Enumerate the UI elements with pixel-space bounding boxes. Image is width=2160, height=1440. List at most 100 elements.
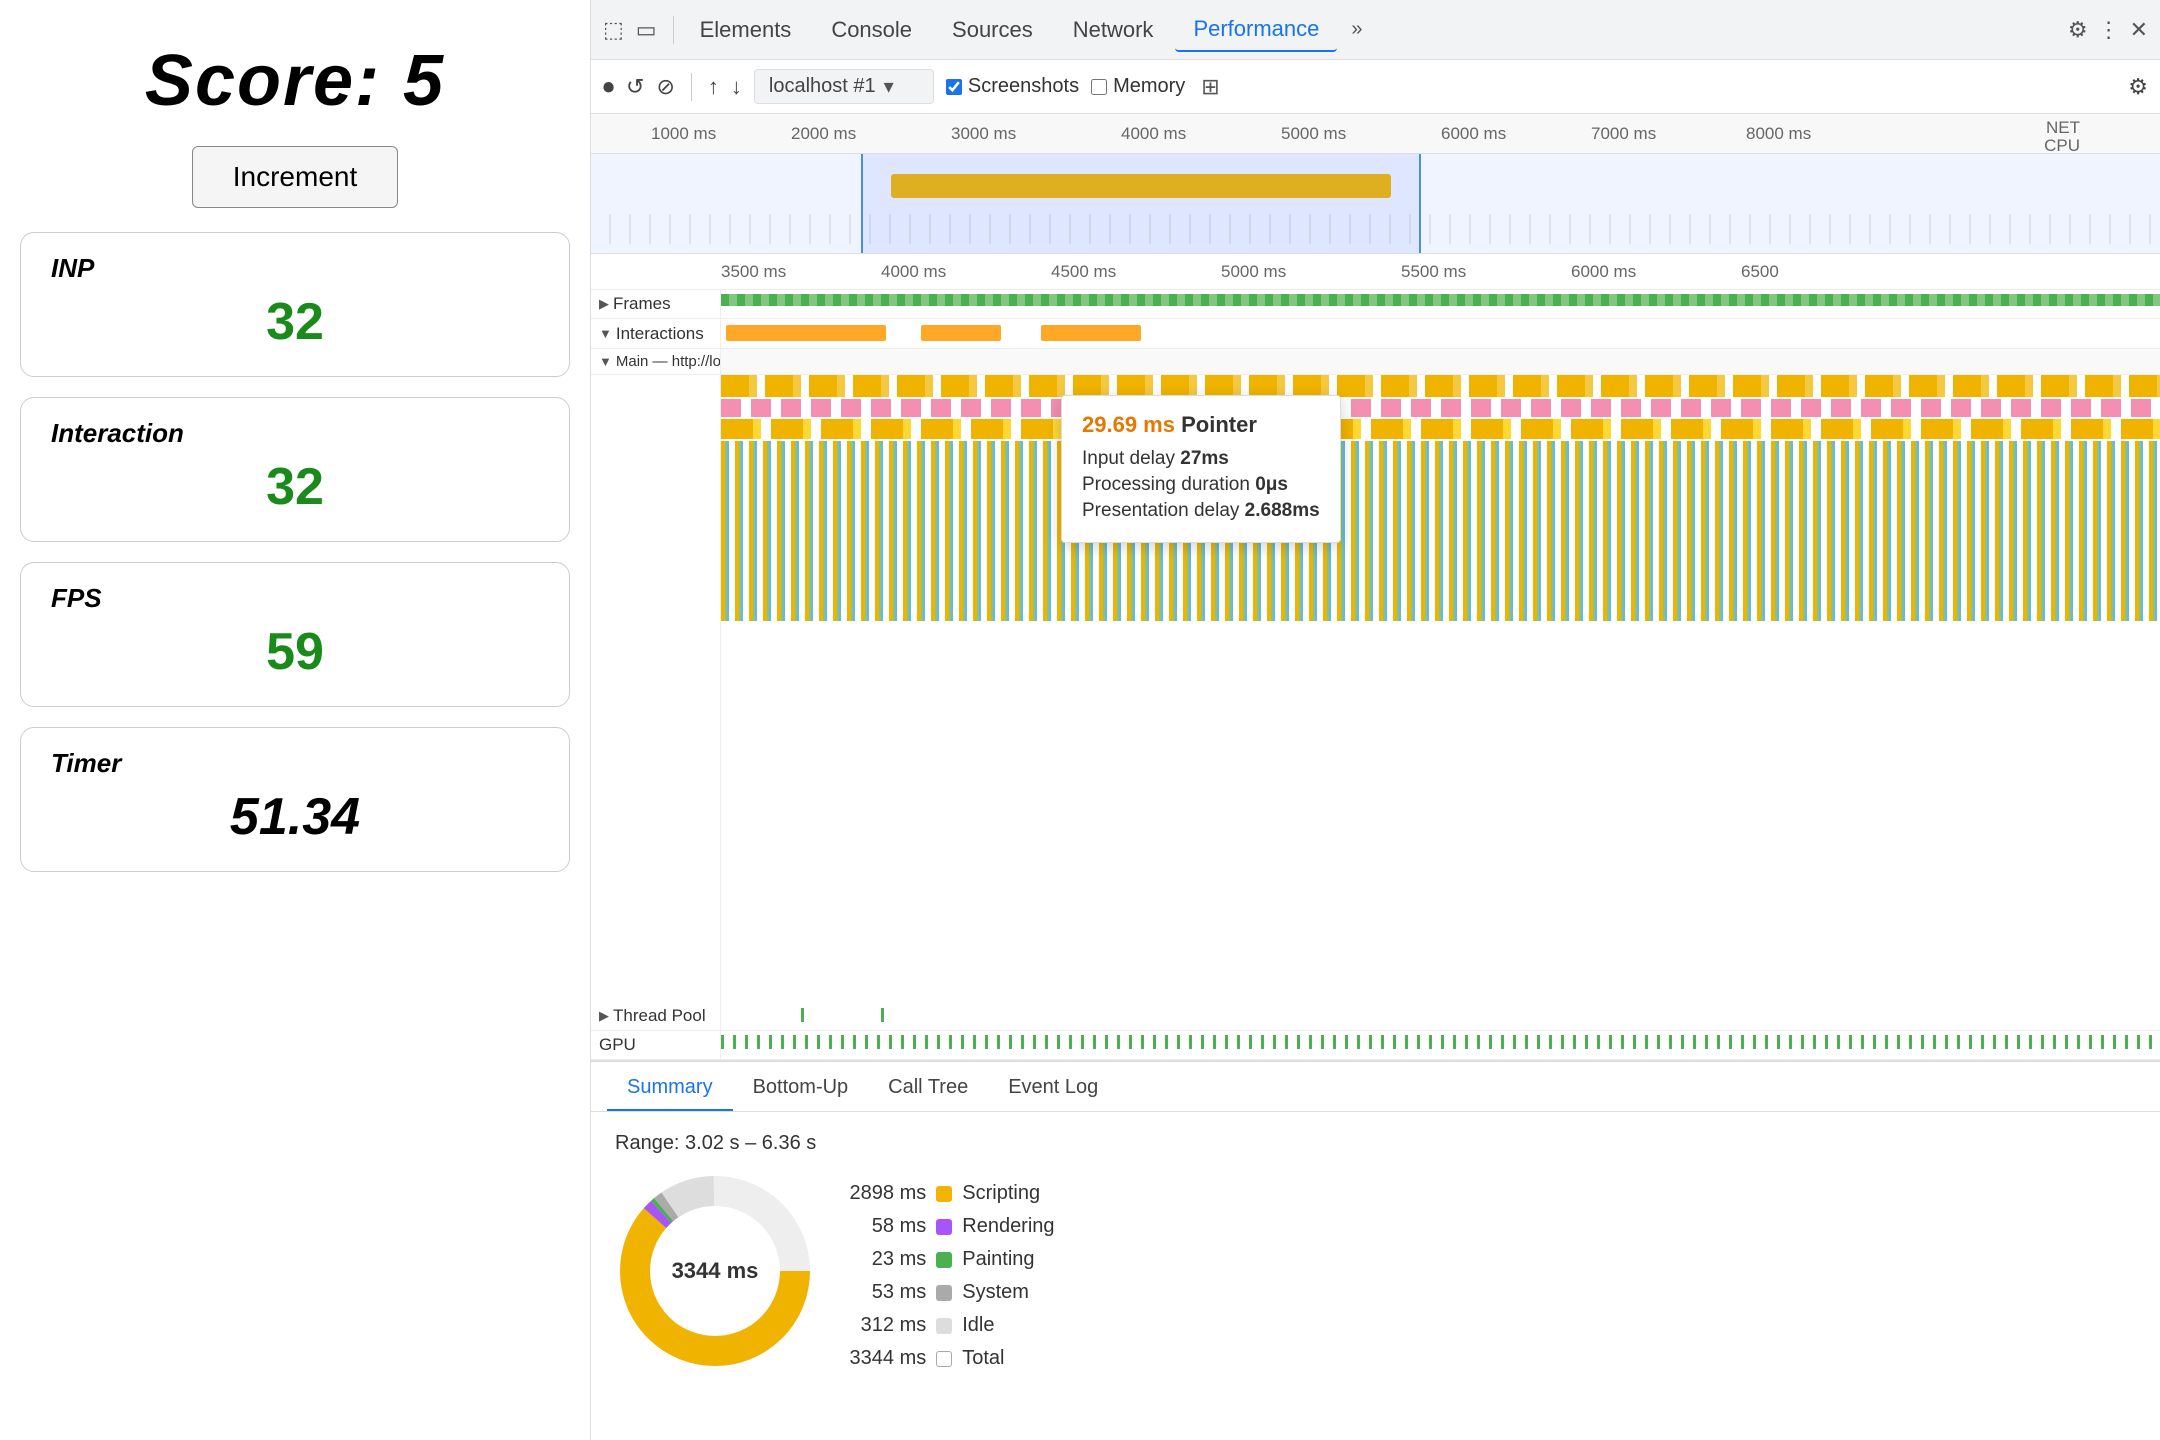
interaction-bar-3[interactable] [1041,325,1141,341]
clear-icon[interactable]: ⊘ [656,74,674,100]
settings-toolbar-icon[interactable]: ⚙ [2128,74,2148,100]
legend-ms-rendering: 58 ms [846,1215,926,1238]
metric-label-fps: FPS [51,583,539,614]
legend-label-idle: Idle [962,1314,994,1337]
legend-row-system: 53 ms System [846,1281,1054,1304]
thread-pool-track: ▶ Thread Pool [591,1002,2160,1031]
tooltip-title: 29.69 ms Pointer [1082,412,1320,438]
record-icon[interactable]: ⏺ [603,74,614,100]
more-options-icon[interactable]: ⋮ [2098,17,2120,43]
download-icon[interactable]: ↓ [731,74,742,100]
legend-dot-painting [936,1252,952,1268]
tab-bottom-up[interactable]: Bottom-Up [733,1066,869,1111]
threadpool-bar-2 [881,1008,884,1022]
ruler-4000: 4000 ms [1121,124,1186,144]
close-icon[interactable]: ✕ [2130,17,2148,43]
main-track-label: ▼ Main — http://localhost:5173/under... [591,349,721,374]
gpu-content [721,1031,2160,1059]
settings-icon[interactable]: ⚙ [2068,17,2088,43]
metric-card-timer: Timer 51.34 [20,727,570,872]
ruler-7000: 7000 ms [1591,124,1656,144]
reload-icon[interactable]: ↺ [626,74,644,100]
tooltip-presentation: Presentation delay 2.688ms [1082,500,1320,522]
interaction-bar-1[interactable] [726,325,886,341]
legend-label-painting: Painting [962,1248,1034,1271]
legend-row-total: 3344 ms Total [846,1347,1054,1370]
legend-dot-total [936,1351,952,1367]
ruler-8000: 8000 ms [1746,124,1811,144]
metric-value-fps: 59 [51,622,539,682]
frames-track: ▶ Frames [591,290,2160,319]
tab-event-log[interactable]: Event Log [988,1066,1118,1111]
interactions-content [721,319,2160,348]
legend-row-painting: 23 ms Painting [846,1248,1054,1271]
gpu-label: GPU [591,1031,721,1059]
tab-performance[interactable]: Performance [1175,8,1337,52]
url-selector[interactable]: localhost #1 ▾ [754,69,934,104]
legend-ms-painting: 23 ms [846,1248,926,1271]
frames-label: ▶ Frames [591,290,721,318]
tab-summary[interactable]: Summary [607,1066,733,1111]
main-flame-content[interactable]: 29.69 ms Pointer Input delay 27ms Proces… [721,375,2160,1002]
memory-label: Memory [1113,75,1185,98]
tab-call-tree[interactable]: Call Tree [868,1066,988,1111]
more-tabs-icon[interactable]: » [1341,18,1372,41]
tab-sources[interactable]: Sources [934,9,1051,51]
tooltip-processing-val: 0μs [1255,474,1288,495]
metric-label-interaction: Interaction [51,418,539,449]
threadpool-arrow[interactable]: ▶ [599,1008,609,1024]
ruler2-6000: 6000 ms [1571,262,1636,282]
devtools-toolbar: ⏺ ↺ ⊘ ↑ ↓ localhost #1 ▾ Screenshots Mem… [591,60,2160,114]
interaction-bar-2[interactable] [921,325,1001,341]
legend-dot-rendering [936,1219,952,1235]
main-arrow[interactable]: ▼ [599,354,612,369]
donut-chart: 3344 ms [615,1171,815,1371]
screenshots-label: Screenshots [968,75,1079,98]
legend-label-rendering: Rendering [962,1215,1054,1238]
ruler-1000: 1000 ms [651,124,716,144]
summary-left: Range: 3.02 s – 6.36 s [615,1132,816,1420]
range-text: Range: 3.02 s – 6.36 s [615,1132,816,1155]
metric-label-timer: Timer [51,748,539,779]
separator [673,16,674,44]
inspect-icon[interactable]: ⬚ [603,17,624,43]
increment-button[interactable]: Increment [192,146,399,208]
ruler-2000: 2000 ms [791,124,856,144]
legend-ms-scripting: 2898 ms [846,1182,926,1205]
tab-console[interactable]: Console [813,9,930,51]
memory-checkbox-label[interactable]: Memory [1091,75,1185,98]
tooltip-ms: 29.69 ms [1082,412,1175,437]
ruler2-6500: 6500 [1741,262,1779,282]
legend-label-total: Total [962,1347,1004,1370]
donut-center-label: 3344 ms [672,1258,759,1284]
summary-legend: 2898 ms Scripting 58 ms Rendering 23 ms … [846,1132,1054,1420]
timeline-overview[interactable] [591,154,2160,254]
legend-dot-idle [936,1318,952,1334]
interactions-arrow[interactable]: ▼ [599,326,612,341]
screenshot-strip [591,214,2160,244]
upload-icon[interactable]: ↑ [708,74,719,100]
bottom-content: Range: 3.02 s – 6.36 s [591,1112,2160,1440]
flame-icon[interactable]: ⊞ [1201,74,1219,100]
memory-checkbox[interactable] [1091,79,1107,95]
metric-label-inp: INP [51,253,539,284]
legend-ms-total: 3344 ms [846,1347,926,1370]
net-label: NET [2046,118,2080,138]
threadpool-bar-1 [801,1008,804,1022]
tab-network[interactable]: Network [1055,9,1172,51]
devtools-tabbar: ⬚ ▭ Elements Console Sources Network Per… [591,0,2160,60]
flame-mixed-rows [721,441,2160,621]
devtools-panel: ⬚ ▭ Elements Console Sources Network Per… [590,0,2160,1440]
screenshots-checkbox-label[interactable]: Screenshots [946,75,1079,98]
toolbar-sep [691,73,692,101]
device-icon[interactable]: ▭ [636,17,657,43]
metric-card-fps: FPS 59 [20,562,570,707]
url-dropdown-icon[interactable]: ▾ [884,74,894,99]
frames-arrow[interactable]: ▶ [599,296,609,312]
frames-label-text: Frames [613,294,671,314]
main-track-flame: 29.69 ms Pointer Input delay 27ms Proces… [591,375,2160,1002]
frames-green-bar [721,294,2160,306]
thread-pool-label: ▶ Thread Pool [591,1002,721,1030]
tab-elements[interactable]: Elements [682,9,810,51]
screenshots-checkbox[interactable] [946,79,962,95]
